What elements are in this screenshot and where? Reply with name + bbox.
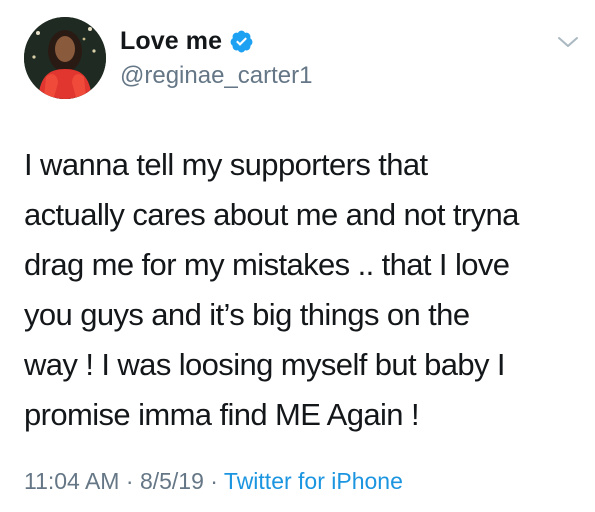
avatar[interactable] [24,17,106,99]
display-name[interactable]: Love me [120,27,222,56]
avatar-image [24,17,106,99]
chevron-down-icon[interactable] [556,32,580,52]
tweet-meta: 11:04 AM · 8/5/19 · Twitter for iPhone [24,468,403,495]
user-handle[interactable]: @reginae_carter1 [120,62,312,90]
user-name-row[interactable]: Love me [120,26,254,56]
tweet-date[interactable]: 8/5/19 [140,468,204,494]
tweet-text: I wanna tell my supporters that actually… [24,147,519,432]
tweet-card: Love me @reginae_carter1 I wanna tell my… [0,0,595,512]
verified-badge-icon [230,30,253,52]
meta-separator: · [119,468,140,494]
tweet-source-link[interactable]: Twitter for iPhone [224,468,403,494]
meta-separator: · [203,468,224,494]
tweet-time[interactable]: 11:04 AM [24,468,119,494]
